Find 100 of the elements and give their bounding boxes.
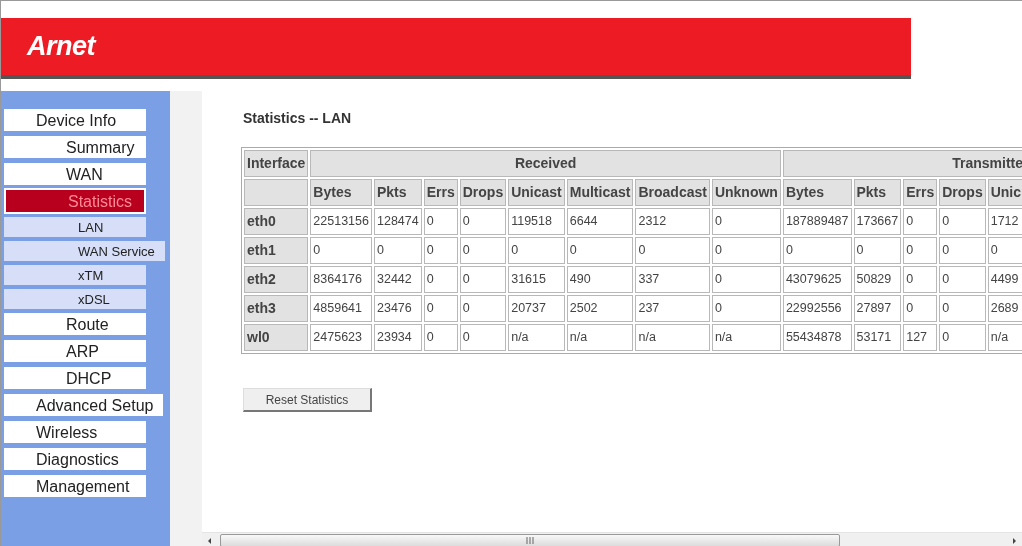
- table-cell: 0: [459, 237, 507, 264]
- table-cell: 0: [939, 324, 986, 351]
- logo: Arnet: [27, 30, 95, 64]
- table-cell: 119518: [508, 208, 565, 235]
- table-cell: 0: [459, 208, 507, 235]
- table-cell: 0: [423, 295, 458, 322]
- table-cell: 0: [423, 237, 458, 264]
- table-cell: 490: [566, 266, 634, 293]
- menu-item[interactable]: Route: [4, 313, 146, 335]
- row-header: wl0: [244, 324, 309, 351]
- table-cell: 0: [459, 266, 507, 293]
- table-cell: 8364176: [310, 266, 372, 293]
- column-header: Bytes: [782, 179, 852, 206]
- table-cell: 0: [711, 295, 781, 322]
- table-cell: 0: [987, 237, 1022, 264]
- table-cell: 0: [711, 208, 781, 235]
- table-cell: 0: [853, 237, 902, 264]
- menu-item[interactable]: Advanced Setup: [4, 394, 164, 416]
- page-title: Statistics -- LAN: [243, 109, 353, 128]
- table-cell: 237: [635, 295, 710, 322]
- table-cell: n/a: [711, 324, 781, 351]
- table-cell: 4499: [987, 266, 1022, 293]
- table-cell: 0: [423, 208, 458, 235]
- column-header: Errs: [903, 179, 938, 206]
- table-cell: 0: [566, 237, 634, 264]
- table-cell: 0: [423, 324, 458, 351]
- table-cell: 0: [711, 266, 781, 293]
- table-cell: 173667: [853, 208, 902, 235]
- table-cell: 43079625: [782, 266, 852, 293]
- table-cell: 0: [903, 266, 938, 293]
- menu-item[interactable]: LAN: [4, 217, 146, 237]
- table-cell: 23934: [374, 324, 422, 351]
- table-cell: n/a: [987, 324, 1022, 351]
- menu-item[interactable]: Summary: [4, 136, 146, 158]
- table-cell: 0: [782, 237, 852, 264]
- table-cell: 20737: [508, 295, 565, 322]
- table-cell: 27897: [853, 295, 902, 322]
- table-cell: 2312: [635, 208, 710, 235]
- column-header: Multicast: [566, 179, 634, 206]
- table-cell: 4859641: [310, 295, 372, 322]
- table-cell: 22992556: [782, 295, 852, 322]
- column-header: Bytes: [310, 179, 372, 206]
- row-header: eth0: [244, 208, 309, 235]
- table-cell: 23476: [374, 295, 422, 322]
- menu-item[interactable]: xDSL: [4, 289, 146, 309]
- column-header: Unic: [987, 179, 1022, 206]
- column-header: Unicast: [508, 179, 565, 206]
- column-header: Errs: [423, 179, 458, 206]
- menu-item[interactable]: WAN Service: [4, 241, 165, 261]
- table-cell: 0: [711, 237, 781, 264]
- table-cell: 2502: [566, 295, 634, 322]
- table-cell: 0: [635, 237, 710, 264]
- table-cell: 2689: [987, 295, 1022, 322]
- menu-item[interactable]: DHCP: [4, 367, 146, 389]
- horizontal-scrollbar[interactable]: [202, 532, 1022, 546]
- column-header: Pkts: [374, 179, 422, 206]
- table-cell: 0: [423, 266, 458, 293]
- menu-item[interactable]: Wireless: [4, 421, 146, 443]
- column-header: Pkts: [853, 179, 902, 206]
- table-cell: 0: [939, 208, 986, 235]
- table-cell: 0: [310, 237, 372, 264]
- table-cell: 0: [939, 295, 986, 322]
- table-cell: 0: [939, 237, 986, 264]
- table-cell: 2475623: [310, 324, 372, 351]
- table-cell: n/a: [508, 324, 565, 351]
- menu-item[interactable]: Diagnostics: [4, 448, 146, 470]
- column-header: Unknown: [711, 179, 781, 206]
- scrollbar-thumb[interactable]: [220, 534, 840, 546]
- column-header: Drops: [939, 179, 986, 206]
- table-cell: 187889487: [782, 208, 852, 235]
- table-cell: 0: [459, 324, 507, 351]
- column-header: Drops: [459, 179, 507, 206]
- row-header: eth1: [244, 237, 309, 264]
- table-cell: 0: [903, 208, 938, 235]
- menu-item[interactable]: xTM: [4, 265, 146, 285]
- table-cell: 1712: [987, 208, 1022, 235]
- table-cell: 6644: [566, 208, 634, 235]
- table-cell: 31615: [508, 266, 565, 293]
- table-cell: 337: [635, 266, 710, 293]
- row-header: eth3: [244, 295, 309, 322]
- table-cell: 0: [508, 237, 565, 264]
- menu-item[interactable]: ARP: [4, 340, 146, 362]
- menu-item[interactable]: Management: [4, 475, 146, 497]
- menu-item[interactable]: WAN: [4, 163, 146, 185]
- column-header: Broadcast: [635, 179, 710, 206]
- group-header: Received: [310, 150, 781, 177]
- menu-item[interactable]: Device Info: [4, 109, 146, 131]
- table-cell: 127: [903, 324, 938, 351]
- table-cell: 0: [903, 237, 938, 264]
- reset-button[interactable]: Reset Statistics: [243, 388, 372, 412]
- table-cell: 22513156: [310, 208, 372, 235]
- table-cell: 0: [459, 295, 507, 322]
- table-cell: 55434878: [782, 324, 852, 351]
- table-cell: 53171: [853, 324, 902, 351]
- table-cell: n/a: [635, 324, 710, 351]
- column-header: Interface: [244, 150, 309, 177]
- table-cell: 0: [939, 266, 986, 293]
- table-cell: 0: [374, 237, 422, 264]
- table-cell: 32442: [374, 266, 422, 293]
- group-header: Transmitte: [782, 150, 1022, 177]
